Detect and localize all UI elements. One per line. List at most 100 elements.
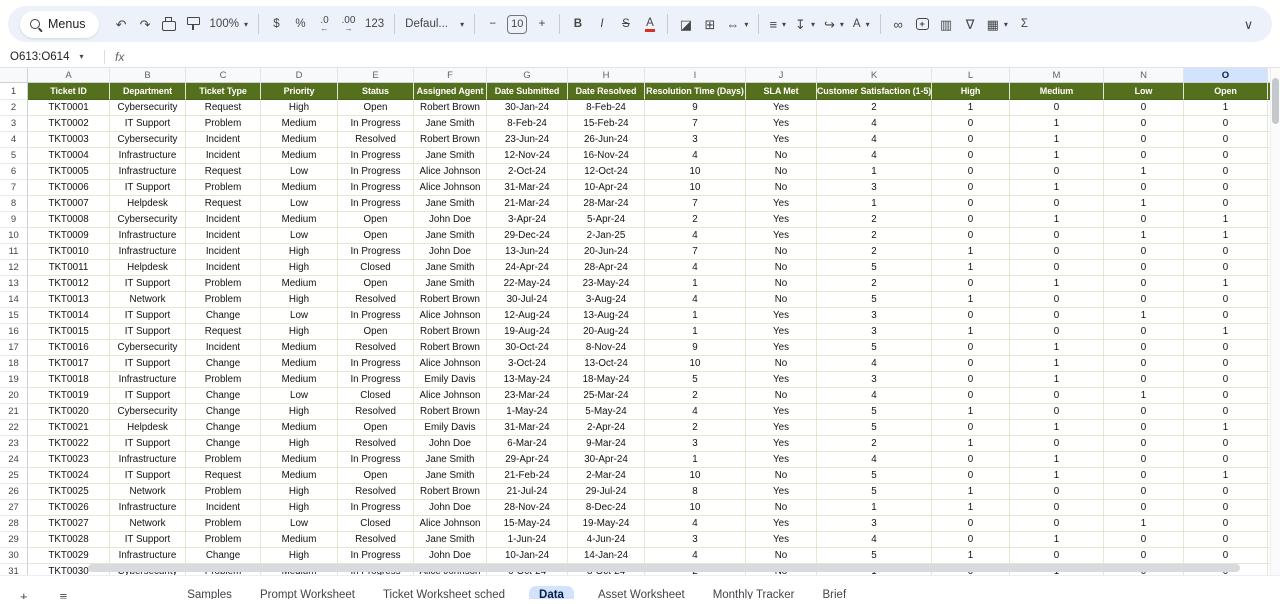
cell-J1[interactable]: SLA Met [746, 83, 817, 100]
cell-F15[interactable]: Alice Johnson [414, 308, 487, 324]
sheet-tab-active[interactable]: Data [529, 586, 574, 599]
cell-B8[interactable]: Helpdesk [110, 196, 186, 212]
cell-K6[interactable]: 1 [817, 164, 932, 180]
row-number-14[interactable]: 14 [0, 292, 28, 308]
cell-J30[interactable]: No [746, 548, 817, 564]
cell-D5[interactable]: Medium [261, 148, 338, 164]
cell-M26[interactable]: 0 [1010, 484, 1104, 500]
cell-M9[interactable]: 1 [1010, 212, 1104, 228]
cell-I18[interactable]: 10 [645, 356, 746, 372]
cell-M16[interactable]: 0 [1010, 324, 1104, 340]
merge-cells-button[interactable]: ⇔▾ [722, 11, 752, 37]
cell-N5[interactable]: 0 [1104, 148, 1184, 164]
cell-F11[interactable]: John Doe [414, 244, 487, 260]
cell-D29[interactable]: Medium [261, 532, 338, 548]
cell-A29[interactable]: TKT0028 [28, 532, 110, 548]
cell-N29[interactable]: 0 [1104, 532, 1184, 548]
cell-M25[interactable]: 1 [1010, 468, 1104, 484]
fill-color-button[interactable]: ◪ [674, 11, 697, 37]
cell-O10[interactable]: 1 [1184, 228, 1268, 244]
cell-J28[interactable]: Yes [746, 516, 817, 532]
cell-I14[interactable]: 4 [645, 292, 746, 308]
cell-G27[interactable]: 28-Nov-24 [487, 500, 568, 516]
cell-K24[interactable]: 4 [817, 452, 932, 468]
cell-G24[interactable]: 29-Apr-24 [487, 452, 568, 468]
cell-J25[interactable]: No [746, 468, 817, 484]
row-number-28[interactable]: 28 [0, 516, 28, 532]
cell-I5[interactable]: 4 [645, 148, 746, 164]
cell-O12[interactable]: 0 [1184, 260, 1268, 276]
cell-N12[interactable]: 0 [1104, 260, 1184, 276]
vertical-scrollbar-thumb[interactable] [1272, 78, 1279, 124]
cell-H2[interactable]: 8-Feb-24 [568, 100, 645, 116]
cell-L18[interactable]: 0 [932, 356, 1010, 372]
cell-G8[interactable]: 21-Mar-24 [487, 196, 568, 212]
cell-K19[interactable]: 3 [817, 372, 932, 388]
menus-button[interactable]: Menus [20, 11, 99, 38]
cell-G26[interactable]: 21-Jul-24 [487, 484, 568, 500]
cell-B14[interactable]: Network [110, 292, 186, 308]
cell-L25[interactable]: 0 [932, 468, 1010, 484]
paint-format-button[interactable] [182, 11, 205, 37]
cell-O7[interactable]: 0 [1184, 180, 1268, 196]
cell-J14[interactable]: No [746, 292, 817, 308]
cell-M24[interactable]: 1 [1010, 452, 1104, 468]
cell-K25[interactable]: 5 [817, 468, 932, 484]
cell-H27[interactable]: 8-Dec-24 [568, 500, 645, 516]
row-number-16[interactable]: 16 [0, 324, 28, 340]
cell-C10[interactable]: Incident [186, 228, 261, 244]
cell-D19[interactable]: Medium [261, 372, 338, 388]
cell-K28[interactable]: 3 [817, 516, 932, 532]
cell-I23[interactable]: 3 [645, 436, 746, 452]
cell-G13[interactable]: 22-May-24 [487, 276, 568, 292]
cell-I28[interactable]: 4 [645, 516, 746, 532]
cell-K11[interactable]: 2 [817, 244, 932, 260]
cell-C24[interactable]: Problem [186, 452, 261, 468]
column-header-B[interactable]: B [110, 68, 186, 83]
cell-F28[interactable]: Alice Johnson [414, 516, 487, 532]
cell-C28[interactable]: Problem [186, 516, 261, 532]
cell-O24[interactable]: 0 [1184, 452, 1268, 468]
cell-E3[interactable]: In Progress [338, 116, 414, 132]
cell-C20[interactable]: Change [186, 388, 261, 404]
cell-H30[interactable]: 14-Jan-24 [568, 548, 645, 564]
cell-D1[interactable]: Priority [261, 83, 338, 100]
text-wrapping-button[interactable]: ↪▾ [820, 11, 848, 37]
decrease-font-size-button[interactable]: − [481, 11, 504, 37]
cell-L26[interactable]: 1 [932, 484, 1010, 500]
cell-F18[interactable]: Alice Johnson [414, 356, 487, 372]
cell-L10[interactable]: 0 [932, 228, 1010, 244]
cell-J23[interactable]: Yes [746, 436, 817, 452]
cell-A17[interactable]: TKT0016 [28, 340, 110, 356]
cell-O23[interactable]: 0 [1184, 436, 1268, 452]
cell-K22[interactable]: 5 [817, 420, 932, 436]
cell-G15[interactable]: 12-Aug-24 [487, 308, 568, 324]
cell-I3[interactable]: 7 [645, 116, 746, 132]
cell-K2[interactable]: 2 [817, 100, 932, 116]
cell-A15[interactable]: TKT0014 [28, 308, 110, 324]
cell-J16[interactable]: Yes [746, 324, 817, 340]
redo-button[interactable]: ↷ [134, 11, 157, 37]
cell-B19[interactable]: Infrastructure [110, 372, 186, 388]
cell-B13[interactable]: IT Support [110, 276, 186, 292]
cell-F19[interactable]: Emily Davis [414, 372, 487, 388]
cell-G17[interactable]: 30-Oct-24 [487, 340, 568, 356]
cell-E30[interactable]: In Progress [338, 548, 414, 564]
cell-E10[interactable]: Open [338, 228, 414, 244]
borders-button[interactable]: ⊞ [698, 11, 721, 37]
more-formats-button[interactable]: 123 [361, 11, 388, 37]
row-number-1[interactable]: 1 [0, 83, 28, 100]
cell-K12[interactable]: 5 [817, 260, 932, 276]
cell-J18[interactable]: No [746, 356, 817, 372]
cell-D27[interactable]: High [261, 500, 338, 516]
cell-G9[interactable]: 3-Apr-24 [487, 212, 568, 228]
cell-B25[interactable]: IT Support [110, 468, 186, 484]
increase-decimal-places-button[interactable]: .00→ [337, 11, 360, 37]
cell-C9[interactable]: Incident [186, 212, 261, 228]
cell-A8[interactable]: TKT0007 [28, 196, 110, 212]
cell-M17[interactable]: 1 [1010, 340, 1104, 356]
cell-A28[interactable]: TKT0027 [28, 516, 110, 532]
cell-K14[interactable]: 5 [817, 292, 932, 308]
cell-I4[interactable]: 3 [645, 132, 746, 148]
cell-O26[interactable]: 0 [1184, 484, 1268, 500]
